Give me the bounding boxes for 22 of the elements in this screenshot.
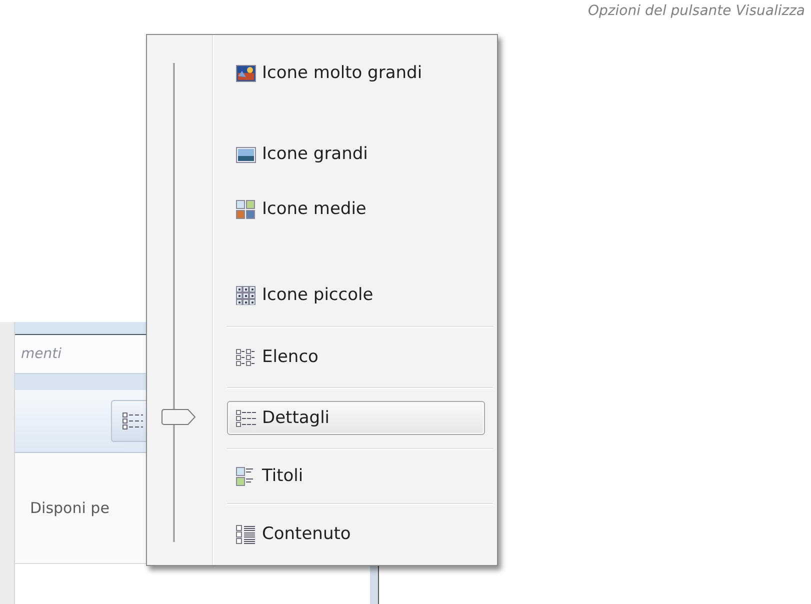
- slider-thumb[interactable]: [160, 408, 196, 426]
- view-slider[interactable]: [160, 63, 196, 542]
- small-grid-icon: [236, 286, 256, 304]
- menu-item[interactable]: Elenco: [227, 340, 485, 374]
- menu-item[interactable]: Icone medie: [227, 192, 485, 226]
- arrange-label: Disponi pe: [30, 499, 110, 517]
- menu-item[interactable]: Contenuto: [227, 517, 485, 551]
- view-button[interactable]: [111, 400, 147, 442]
- menu-item[interactable]: Icone molto grandi: [227, 56, 485, 90]
- picture-icon: [236, 144, 256, 164]
- details-icon: [236, 408, 256, 428]
- list-icon: [236, 348, 256, 366]
- figure-caption: Opzioni del pulsante Visualizza: [588, 2, 805, 21]
- menu-item[interactable]: Icone piccole: [227, 278, 485, 312]
- content-list-icon: [236, 524, 256, 544]
- tiles-icon: [236, 466, 256, 486]
- tile-grid-icon: [236, 200, 256, 218]
- menu-item[interactable]: Dettagli: [227, 401, 485, 435]
- picture-icon: [236, 64, 256, 82]
- menu-item[interactable]: Icone grandi: [227, 137, 485, 171]
- menu-item[interactable]: Titoli: [227, 459, 485, 493]
- details-icon: [122, 411, 144, 431]
